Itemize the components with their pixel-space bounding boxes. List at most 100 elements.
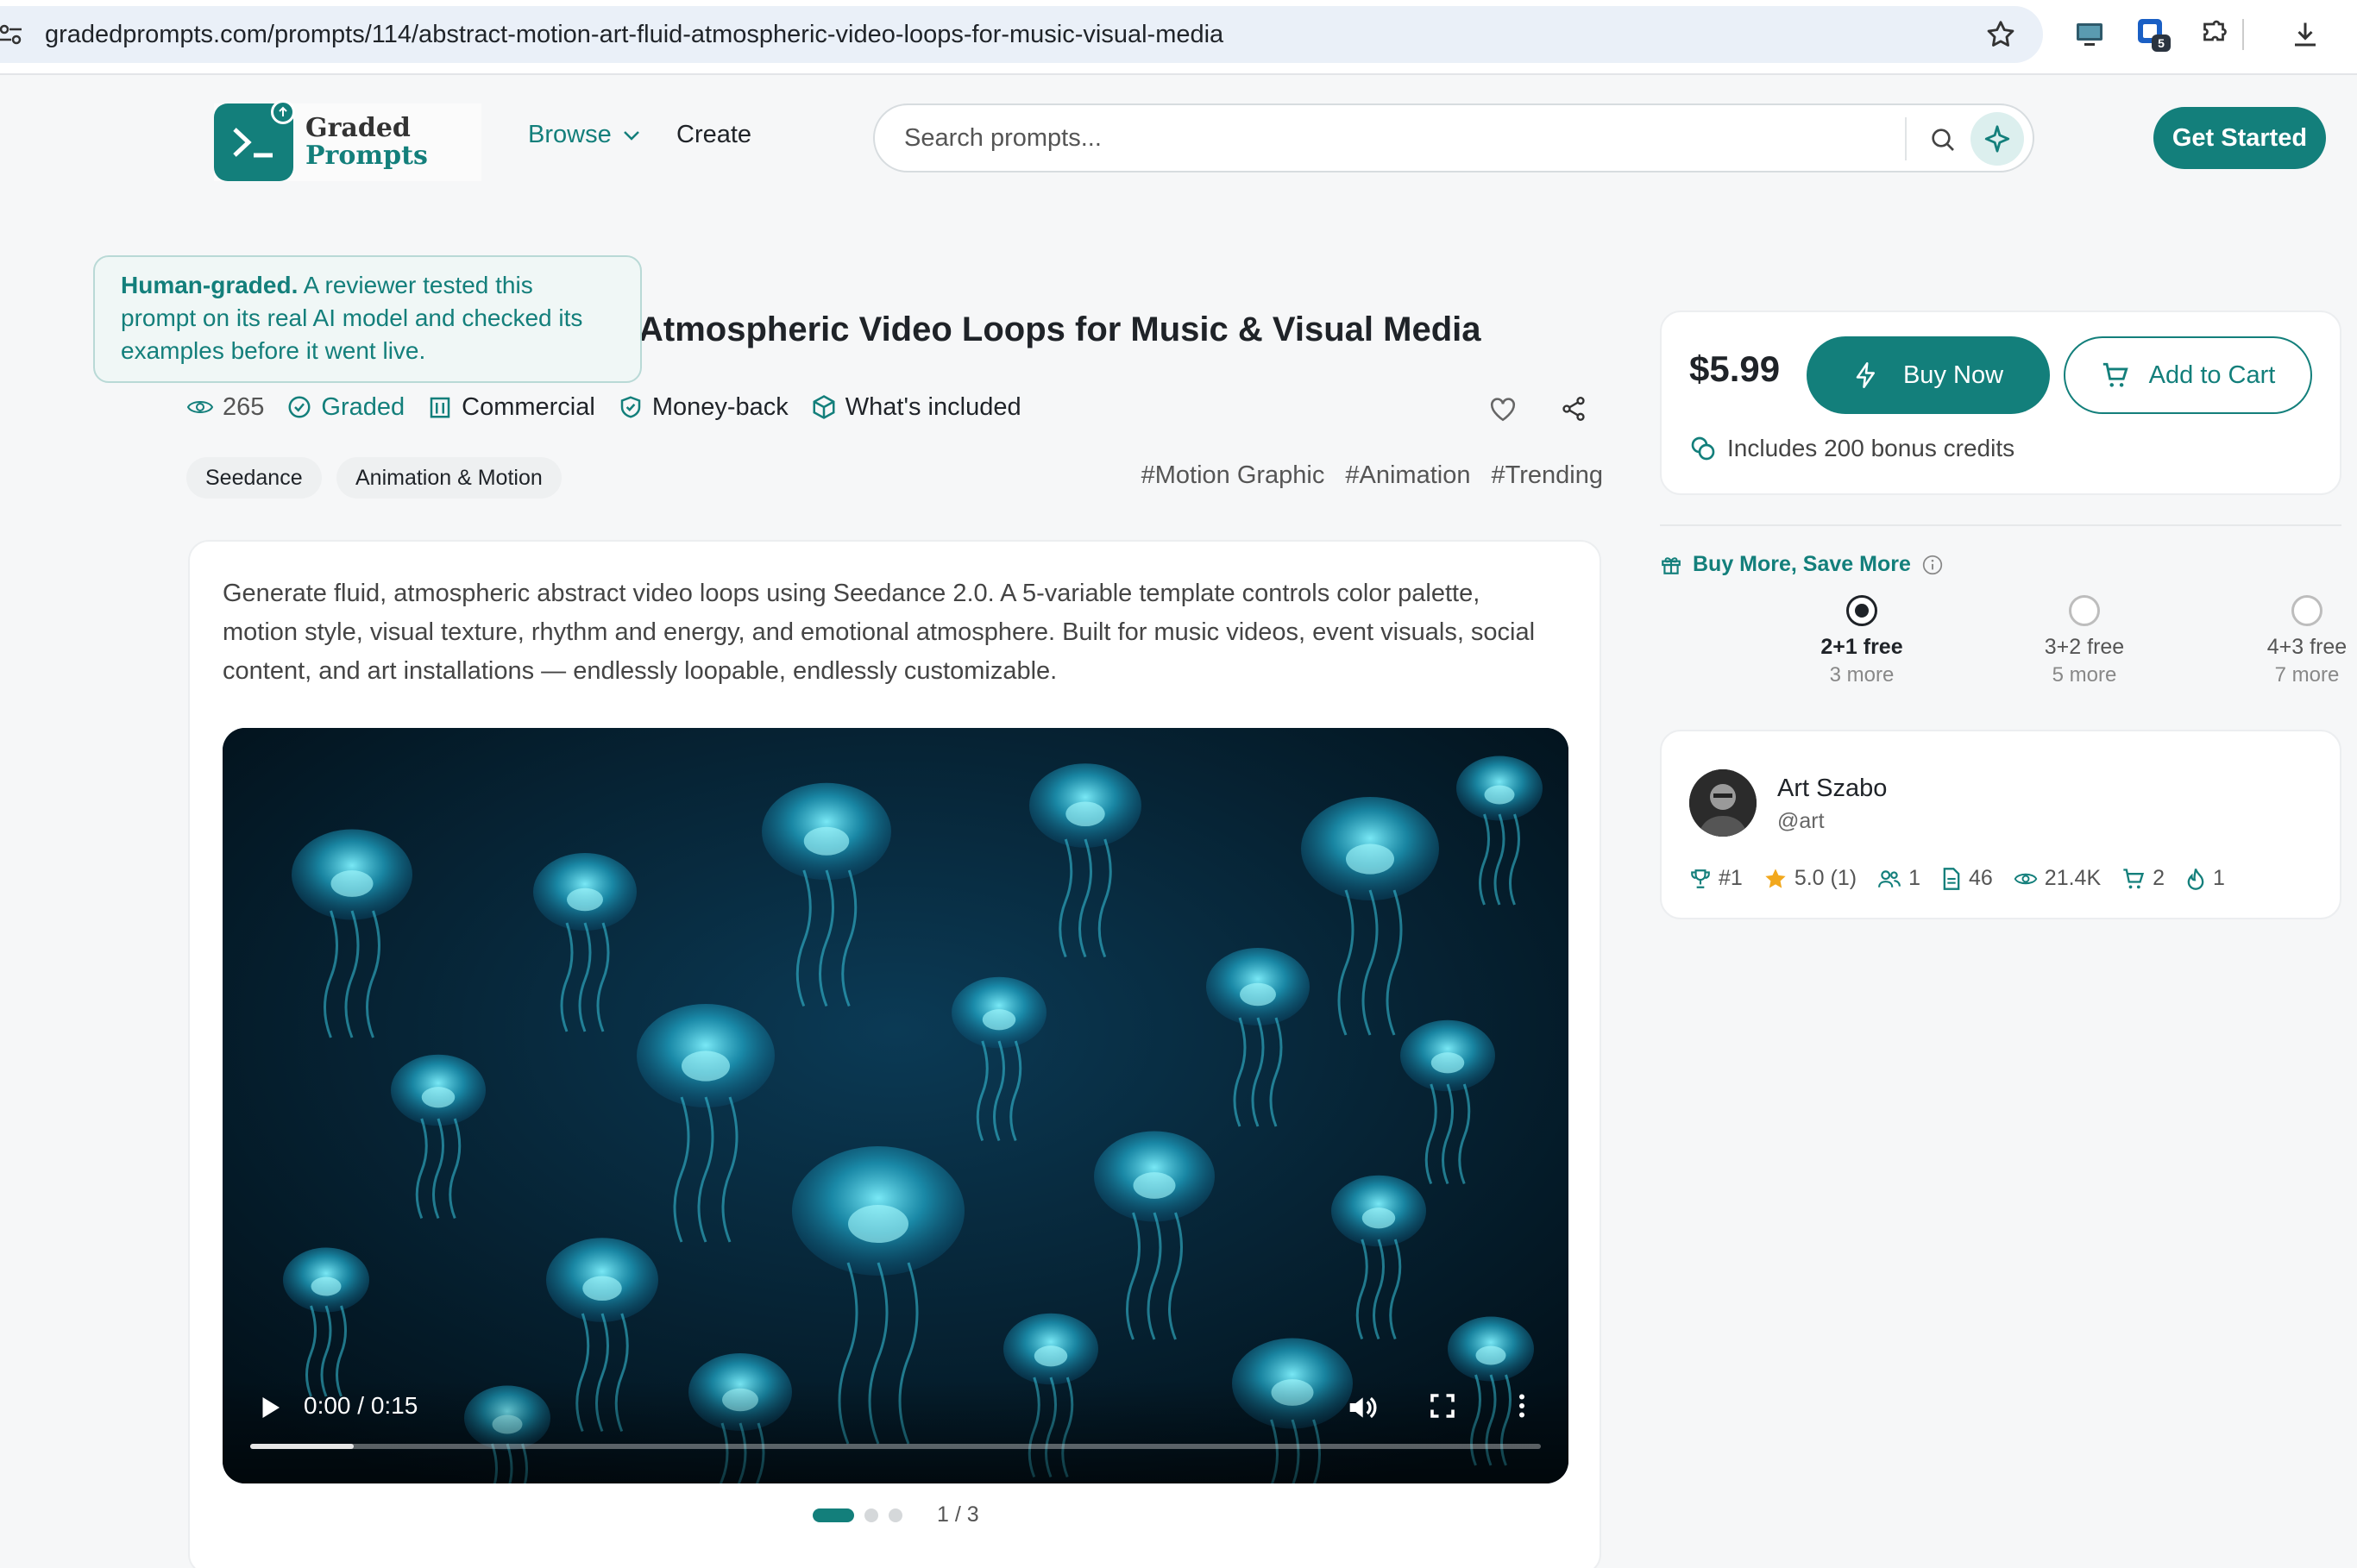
ai-sparkle-search-button[interactable] [1970,112,2024,166]
eye-icon [2014,873,2038,884]
extension-badge-icon[interactable]: 5 [2134,16,2172,53]
whats-included-badge[interactable]: What's included [811,393,1021,422]
jellyfish-glow [1484,785,1515,805]
hashtag-link[interactable]: #Animation [1345,461,1470,490]
jellyfish-glow [682,1051,730,1082]
graded-badge[interactable]: Graded [286,393,405,422]
tier-option[interactable]: 4+3 free 7 more [2221,595,2357,687]
get-started-button[interactable]: Get Started [2153,107,2326,169]
star-icon [1765,868,1786,888]
toolbar-divider [2241,16,2245,53]
author-card[interactable] [1660,730,2341,919]
human-graded-tooltip: Human-graded. A reviewer tested this pro… [93,255,642,383]
commercial-badge[interactable]: Commercial [427,393,595,422]
tier-option[interactable]: 3+2 free 5 more [1998,595,2171,687]
stat-followers-value: 1 [1908,866,1920,890]
video-time: 0:00 / 0:15 [304,1392,418,1419]
pager-dot[interactable] [864,1508,878,1522]
package-icon [813,395,835,419]
tier-radio[interactable] [2069,595,2100,626]
tooltip-heading: Human-graded. [121,272,299,298]
gift-icon [1662,556,1681,574]
bulk-discount-title: Buy More, Save More [1660,552,1944,577]
jellyfish-glow [1430,1052,1465,1074]
nav-create[interactable]: Create [676,121,751,149]
info-icon[interactable] [1921,554,1944,576]
extensions-puzzle-icon[interactable] [2195,16,2233,53]
author-name[interactable]: Art Szabo [1777,775,1887,803]
views-count: 265 [186,393,264,422]
play-icon[interactable] [254,1392,285,1423]
video-progress-bar[interactable] [250,1444,1541,1449]
address-bar[interactable]: gradedprompts.com/prompts/114/abstract-m… [0,6,2043,63]
stat-rank-value: #1 [1719,866,1743,890]
url-text[interactable]: gradedprompts.com/prompts/114/abstract-m… [45,21,1223,49]
prompt-description: Generate fluid, atmospheric abstract vid… [223,580,1536,685]
browser-toolbar: gradedprompts.com/prompts/114/abstract-m… [0,0,2357,75]
tag-chip-category[interactable]: Animation & Motion [336,457,562,499]
stat-prompts: 46 [1941,866,1993,891]
pager-count: 1 / 3 [937,1502,979,1527]
more-options-icon[interactable] [1506,1390,1541,1425]
money-back-label: Money-back [651,392,789,421]
tier-sublabel: 5 more [2052,663,2117,687]
jellyfish-glow [311,1276,342,1296]
bookmark-star-icon[interactable] [1984,18,2017,51]
bulk-discount-label: Buy More, Save More [1693,552,1911,576]
tier-radio[interactable] [2291,595,2322,626]
stat-sales: 2 [2121,866,2165,891]
fullscreen-icon[interactable] [1427,1390,1461,1425]
jellyfish-glow [567,887,603,912]
share-icon[interactable] [1556,392,1591,426]
media-pager: 1 / 3 [813,1502,979,1527]
tag-chip-model[interactable]: Seedance [186,457,322,499]
pager-active-indicator[interactable] [813,1508,854,1522]
search-input[interactable]: Search prompts... [904,124,1102,153]
tier-label: 3+2 free [2044,635,2125,659]
volume-icon[interactable] [1344,1390,1379,1425]
prompt-title: Atmospheric Video Loops for Music & Visu… [638,310,1481,348]
stat-followers: 1 [1877,866,1920,891]
tier-radio[interactable] [1846,595,1877,626]
tier-option[interactable]: 2+1 free 3 more [1776,595,1948,687]
bonus-credits-text: Includes 200 bonus credits [1727,435,2015,461]
jellyfish-glow [421,1087,456,1108]
jellyfish-glow [803,826,850,856]
nav-browse[interactable]: Browse [528,121,641,149]
tier-label: 2+1 free [1820,635,1903,659]
sparkle-icon [1984,125,2010,153]
stat-trending: 1 [2185,866,2225,891]
jellyfish-glow [1361,1207,1396,1229]
money-back-badge[interactable]: Money-back [618,393,789,422]
stat-rank: #1 [1689,866,1743,891]
lightning-icon [1856,362,1875,388]
graded-label: Graded [321,392,405,421]
stat-views: 21.4K [2014,866,2101,891]
hashtag-link[interactable]: #Motion Graphic [1141,461,1325,490]
document-icon [1943,867,1960,890]
avatar[interactable] [1689,769,1757,837]
search-divider [1905,117,1907,160]
author-handle: @art [1777,809,1825,833]
commercial-label: Commercial [462,392,595,421]
site-info-icon[interactable] [0,17,28,52]
add-to-cart-label: Add to Cart [2148,361,2276,389]
search-icon[interactable] [1926,122,1960,157]
download-icon[interactable] [2286,16,2324,53]
hashtag-link[interactable]: #Trending [1491,461,1603,490]
pager-dot[interactable] [889,1508,902,1522]
author-stats: #1 5.0 (1) 1 46 21.4K 2 1 [1689,866,2225,891]
search-bar[interactable]: Search prompts... [873,103,2034,172]
jellyfish-glow [1346,844,1394,875]
add-to-cart-button[interactable]: Add to Cart [2064,336,2312,414]
jellyfish-glow [1065,801,1105,827]
flame-icon [2187,868,2204,890]
buy-now-button[interactable]: Buy Now [1807,336,2050,414]
trophy-icon [1691,869,1710,888]
favorite-heart-icon[interactable] [1486,392,1520,426]
stat-prompts-value: 46 [1968,866,1993,890]
video-player[interactable]: 0:00 / 0:15 [223,728,1568,1483]
monitor-icon[interactable] [2071,16,2109,53]
tier-sublabel: 7 more [2274,663,2340,687]
site-logo[interactable]: Graded Prompts [214,100,481,181]
